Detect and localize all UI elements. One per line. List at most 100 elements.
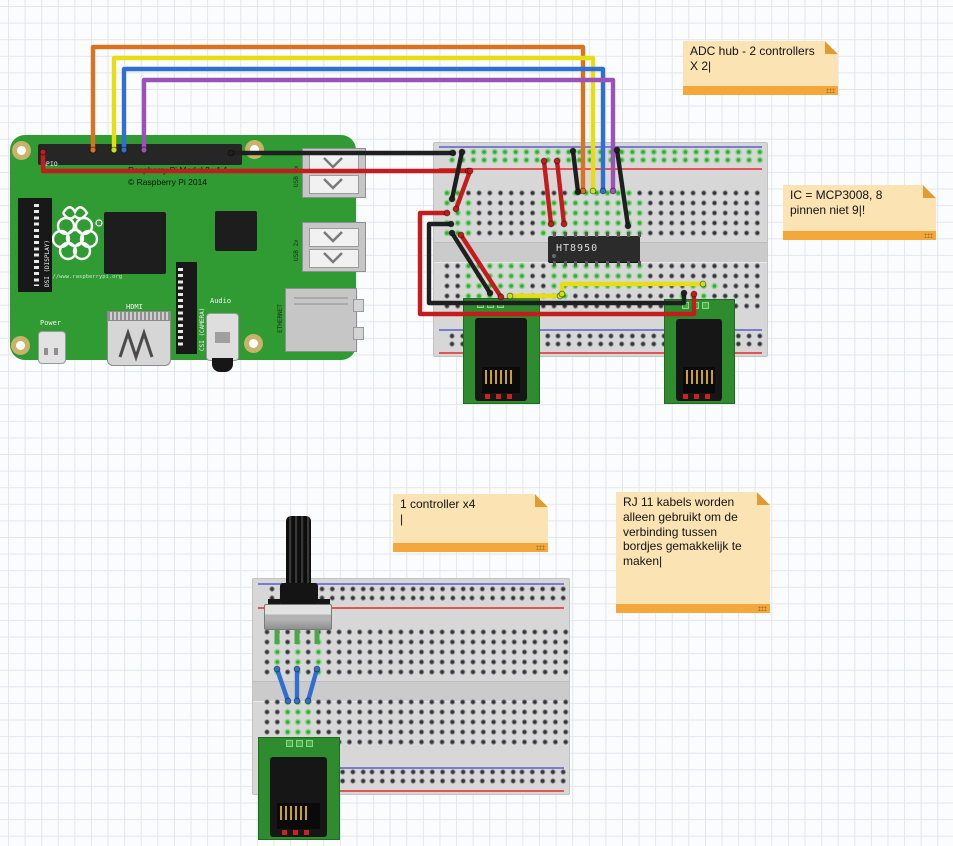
ic-pin	[564, 261, 567, 266]
rj11-gold-pin	[285, 806, 287, 820]
note-resize-bar[interactable]	[393, 543, 548, 552]
sticky-note-controller[interactable]: 1 controller x4 |	[393, 494, 548, 552]
rj11-gold-pin	[686, 370, 688, 384]
ic-pin	[606, 261, 609, 266]
pi-title: Raspberry Pi Model 2 v1.1	[128, 165, 228, 175]
note-text[interactable]: ADC hub - 2 controllers X 2|	[690, 44, 834, 74]
rj11-red-dot	[496, 394, 501, 399]
rj11-gold-pin	[490, 370, 492, 384]
rj11-gold-pin	[300, 806, 302, 820]
breadboard-center-channel	[253, 681, 569, 702]
ic-pin	[595, 232, 598, 237]
rj11-gold-pin	[696, 370, 698, 384]
rj11-gold-pin	[711, 370, 713, 384]
ic-pin	[574, 261, 577, 266]
ic-pin	[606, 232, 609, 237]
rj11-pad	[286, 740, 293, 747]
power-rail-blue-line	[439, 146, 762, 148]
rj11-gold-pin	[691, 370, 693, 384]
mounting-hole	[11, 336, 30, 355]
power-rail-red-line	[439, 168, 762, 170]
sticky-note-rj11[interactable]: RJ 11 kabels worden alleen gebruikt om d…	[616, 492, 770, 613]
ic-chip-label: HT8950	[556, 243, 598, 254]
hdmi-port	[107, 311, 171, 367]
ic-pin	[585, 261, 588, 266]
rj11-pad	[692, 302, 699, 309]
rj11-pad	[682, 302, 689, 309]
potentiometer-body[interactable]	[264, 604, 332, 630]
rj11-pad	[702, 302, 709, 309]
rj11-pad	[487, 301, 494, 308]
rj11-gold-pin	[500, 370, 502, 384]
rj11-gold-pin	[280, 806, 282, 820]
potentiometer-shaft[interactable]	[286, 516, 311, 586]
ic-pin	[595, 261, 598, 266]
note-text[interactable]: IC = MCP3008, 8 pinnen niet 9|!	[790, 188, 932, 218]
rj11-red-dot	[282, 830, 287, 835]
power-label: Power	[40, 319, 61, 327]
note-text[interactable]: RJ 11 kabels worden alleen gebruikt om d…	[623, 495, 766, 569]
rj11-board-1[interactable]	[463, 298, 540, 404]
rj11-pad	[306, 740, 313, 747]
mounting-hole	[12, 141, 31, 160]
ethernet-port	[285, 288, 357, 352]
usb-top-label: USB 2x	[293, 165, 300, 187]
hdmi-label: HDMI	[126, 303, 143, 311]
ic-pin	[564, 232, 567, 237]
rj11-red-dot	[694, 394, 699, 399]
ic-pin	[585, 232, 588, 237]
rj11-gold-pin	[510, 370, 512, 384]
rj11-red-dot	[683, 394, 688, 399]
csi-label: CSI (CAMERA)	[199, 308, 206, 351]
ic-chip[interactable]: HT8950	[548, 236, 640, 262]
rj11-board-3[interactable]	[258, 737, 340, 840]
rj11-gold-pin	[706, 370, 708, 384]
rj11-gold-pin	[505, 370, 507, 384]
raspberry-pi-board[interactable]: GPIO Raspberry Pi Model 2 v1.1 © Raspber…	[10, 135, 356, 360]
fritzing-canvas: GPIO Raspberry Pi Model 2 v1.1 © Raspber…	[0, 0, 953, 846]
ic-pin	[638, 261, 641, 266]
rj11-pad	[497, 301, 504, 308]
ic-pin	[627, 261, 630, 266]
sticky-note-ic[interactable]: IC = MCP3008, 8 pinnen niet 9|!	[783, 185, 936, 240]
power-micro-usb	[38, 331, 66, 364]
mounting-hole	[244, 334, 263, 353]
rj11-gold-pin	[701, 370, 703, 384]
rj11-pad	[296, 740, 303, 747]
rj11-red-dot	[485, 394, 490, 399]
rj11-board-2[interactable]	[664, 299, 735, 404]
sticky-note-adc-hub[interactable]: ADC hub - 2 controllers X 2|	[683, 41, 838, 95]
ic-pin	[553, 232, 556, 237]
gpio-label: GPIO	[42, 160, 58, 168]
note-resize-bar[interactable]	[783, 231, 936, 240]
rj11-gold-pin	[295, 806, 297, 820]
pi-copyright: © Raspberry Pi 2014	[128, 177, 207, 187]
usb-controller-chip	[215, 211, 257, 251]
soc-chip	[104, 212, 166, 274]
ic-pin	[553, 261, 556, 266]
rj11-red-dot	[304, 830, 309, 835]
rj11-slot	[277, 803, 320, 829]
ic-pin	[627, 232, 630, 237]
rj11-gold-pin	[305, 806, 307, 820]
ic-pin1-dot	[552, 254, 556, 258]
rj11-red-dot	[705, 394, 710, 399]
gpio-header[interactable]	[38, 144, 242, 165]
note-resize-bar[interactable]	[616, 604, 770, 613]
audio-label: Audio	[210, 297, 231, 305]
ic-pin	[617, 261, 620, 266]
mounting-hole	[245, 140, 264, 159]
rj11-pad	[477, 301, 484, 308]
note-resize-bar[interactable]	[683, 86, 838, 95]
rj11-gold-pin	[485, 370, 487, 384]
usb-port-bottom	[302, 222, 366, 272]
note-text[interactable]: 1 controller x4 |	[400, 497, 544, 527]
ic-pin	[617, 232, 620, 237]
audio-jack	[206, 313, 239, 361]
rj11-gold-pin	[495, 370, 497, 384]
usb-bottom-label: USB 2x	[293, 239, 300, 261]
rj11-gold-pin	[290, 806, 292, 820]
raspberry-pi-logo	[48, 201, 104, 263]
ic-pin	[574, 232, 577, 237]
rj11-red-dot	[293, 830, 298, 835]
